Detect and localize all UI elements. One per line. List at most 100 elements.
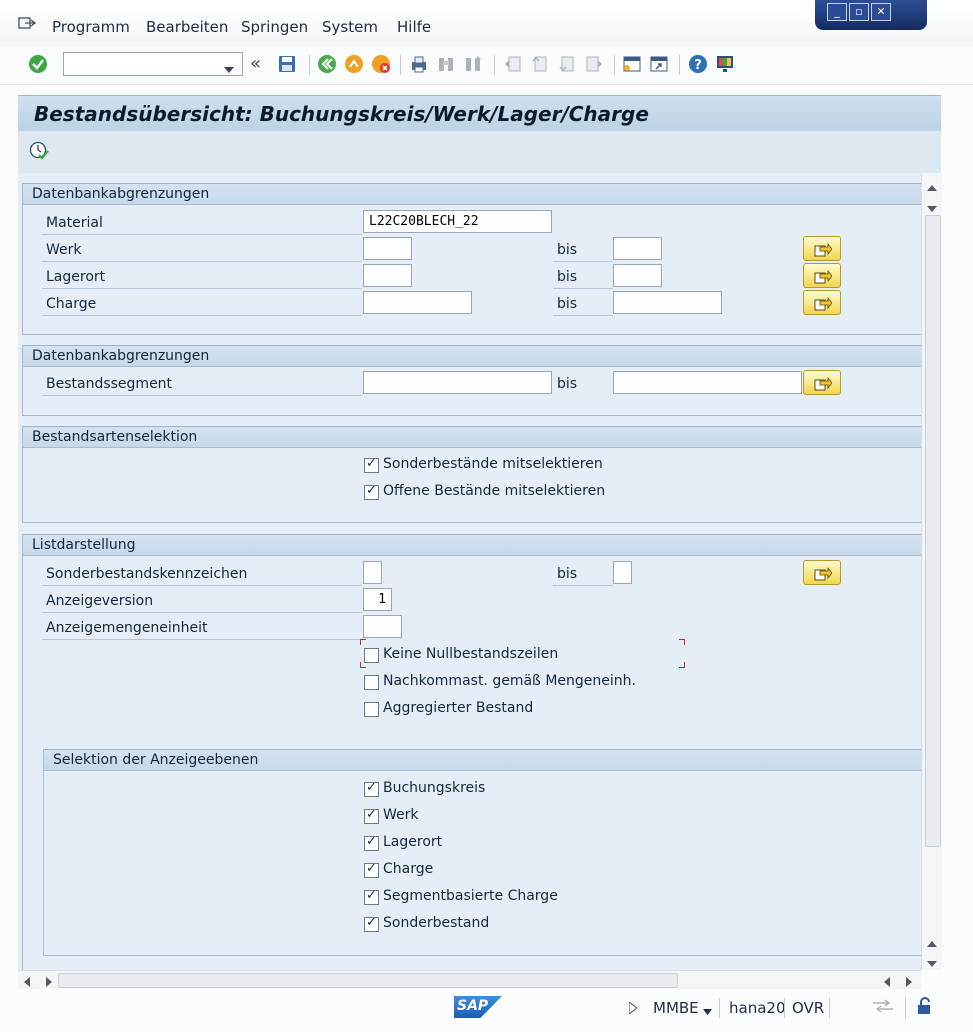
group-title: Datenbankabgrenzungen [32,186,210,202]
special-stock-checkbox[interactable]: ✓ [364,456,379,473]
system-menu-icon[interactable] [18,16,37,36]
aggregated-stock-checkbox[interactable] [364,702,379,717]
horizontal-scrollbar[interactable] [18,970,921,989]
level-buchungskreis-checkbox[interactable]: ✓ [364,780,379,797]
special-stock-multiple-selection-button[interactable] [803,560,841,585]
special-stock-bis-label: bis [557,566,578,582]
scroll-up-icon[interactable] [927,179,937,195]
enter-check-icon[interactable] [28,54,48,74]
lock-icon[interactable] [916,997,934,1019]
check-icon: ✓ [366,780,377,795]
hscroll-thumb[interactable] [58,973,678,988]
display-version-input[interactable]: 1 [363,588,392,611]
open-stock-checkbox[interactable]: ✓ [364,483,379,500]
find-icon[interactable] [436,54,456,74]
special-stock-from-input[interactable] [363,561,382,584]
segment-to-input[interactable] [613,371,802,394]
no-zero-stock-checkbox[interactable] [364,648,379,663]
back-icon[interactable] [317,54,337,74]
special-stock-to-input[interactable] [613,561,632,584]
status-expand-icon[interactable] [628,1001,638,1018]
aggregated-stock-label: Aggregierter Bestand [383,700,534,716]
find-next-icon[interactable] [463,54,483,74]
scroll-right-icon[interactable] [46,975,52,991]
scroll-page-left-icon[interactable] [884,975,890,991]
create-session-icon[interactable] [622,54,642,74]
menu-hilfe[interactable]: Hilfe [397,18,431,36]
check-icon: ✓ [366,888,377,903]
scroll-thumb[interactable] [925,215,941,847]
menu-springen[interactable]: Springen [241,18,308,36]
minimize-icon[interactable]: _ [827,3,847,21]
execute-icon[interactable] [29,141,49,165]
segment-bis-label: bis [557,376,578,392]
group-title: Listdarstellung [32,537,136,553]
check-icon: ✓ [366,915,377,930]
level-charge-checkbox[interactable]: ✓ [364,861,379,878]
sap-logo: SAP [454,996,502,1018]
transaction-code[interactable]: MMBE [653,999,699,1017]
first-page-icon[interactable] [503,54,523,74]
help-icon[interactable]: ? [688,54,708,74]
last-page-icon[interactable] [584,54,604,74]
charge-multiple-selection-button[interactable] [803,290,841,315]
lagerort-multiple-selection-button[interactable] [803,263,841,288]
check-icon: ✓ [366,483,377,498]
level-charge-label: Charge [383,861,434,877]
charge-to-input[interactable] [613,291,722,314]
multiple-selection-icon [814,269,832,284]
multiple-selection-icon [814,296,832,311]
segment-multiple-selection-button[interactable] [803,370,841,395]
application-toolbar [18,131,941,174]
charge-bis-label: bis [557,296,578,312]
menu-bearbeiten[interactable]: Bearbeiten [146,18,228,36]
group-display-levels: Selektion der Anzeigeebenen ✓ Buchungskr… [43,749,921,956]
vertical-scrollbar[interactable] [921,173,942,970]
segment-from-input[interactable] [363,371,552,394]
scroll-down-icon[interactable] [927,200,937,216]
lagerort-to-input[interactable] [613,264,662,287]
level-segment-charge-checkbox[interactable]: ✓ [364,888,379,905]
group-header: Listdarstellung [23,534,921,556]
scroll-left-icon[interactable] [24,975,30,991]
save-icon[interactable] [277,54,297,74]
scroll-page-down-icon[interactable] [927,955,937,971]
werk-bis-label: bis [557,242,578,258]
decimal-places-checkbox[interactable] [364,675,379,690]
no-zero-stock-label: Keine Nullbestandszeilen [383,646,559,662]
next-page-icon[interactable] [557,54,577,74]
lagerort-from-input[interactable] [363,264,412,287]
print-icon[interactable] [409,54,429,74]
scroll-page-right-icon[interactable] [906,975,912,991]
cancel-icon[interactable] [371,54,391,74]
exit-icon[interactable] [344,54,364,74]
level-werk-checkbox[interactable]: ✓ [364,807,379,824]
create-shortcut-icon[interactable] [649,54,669,74]
menu-system[interactable]: System [322,18,378,36]
chevron-down-icon[interactable] [703,1003,712,1019]
chevron-down-icon[interactable] [224,61,234,77]
maximize-icon[interactable]: ▫ [849,3,869,21]
charge-from-input[interactable] [363,291,472,314]
insert-mode[interactable]: OVR [792,999,824,1017]
level-special-stock-checkbox[interactable]: ✓ [364,915,379,932]
menu-programm[interactable]: Programm [52,18,130,36]
sap-logo-text: SAP [457,998,489,1014]
level-lagerort-checkbox[interactable]: ✓ [364,834,379,851]
selection-screen: Datenbankabgrenzungen Material L22C20BLE… [18,173,921,970]
close-icon[interactable]: ✕ [871,3,891,21]
group-header: Datenbankabgrenzungen [23,183,921,205]
customize-layout-icon[interactable] [715,54,735,74]
special-stock-label: Sonderbestände mitselektieren [383,456,603,472]
command-field[interactable] [63,52,243,76]
scroll-page-up-icon[interactable] [927,935,937,951]
material-input[interactable]: L22C20BLECH_22 [363,210,552,233]
werk-multiple-selection-button[interactable] [803,236,841,261]
previous-page-icon[interactable] [530,54,550,74]
werk-to-input[interactable] [613,237,662,260]
group-stock-segment: Datenbankabgrenzungen Bestandssegment bi… [22,345,921,416]
werk-from-input[interactable] [363,237,412,260]
display-unit-input[interactable] [363,615,402,638]
special-stock-indicator-label: Sonderbestandskennzeichen [46,566,248,582]
back-nav-icon[interactable]: « [250,54,270,74]
